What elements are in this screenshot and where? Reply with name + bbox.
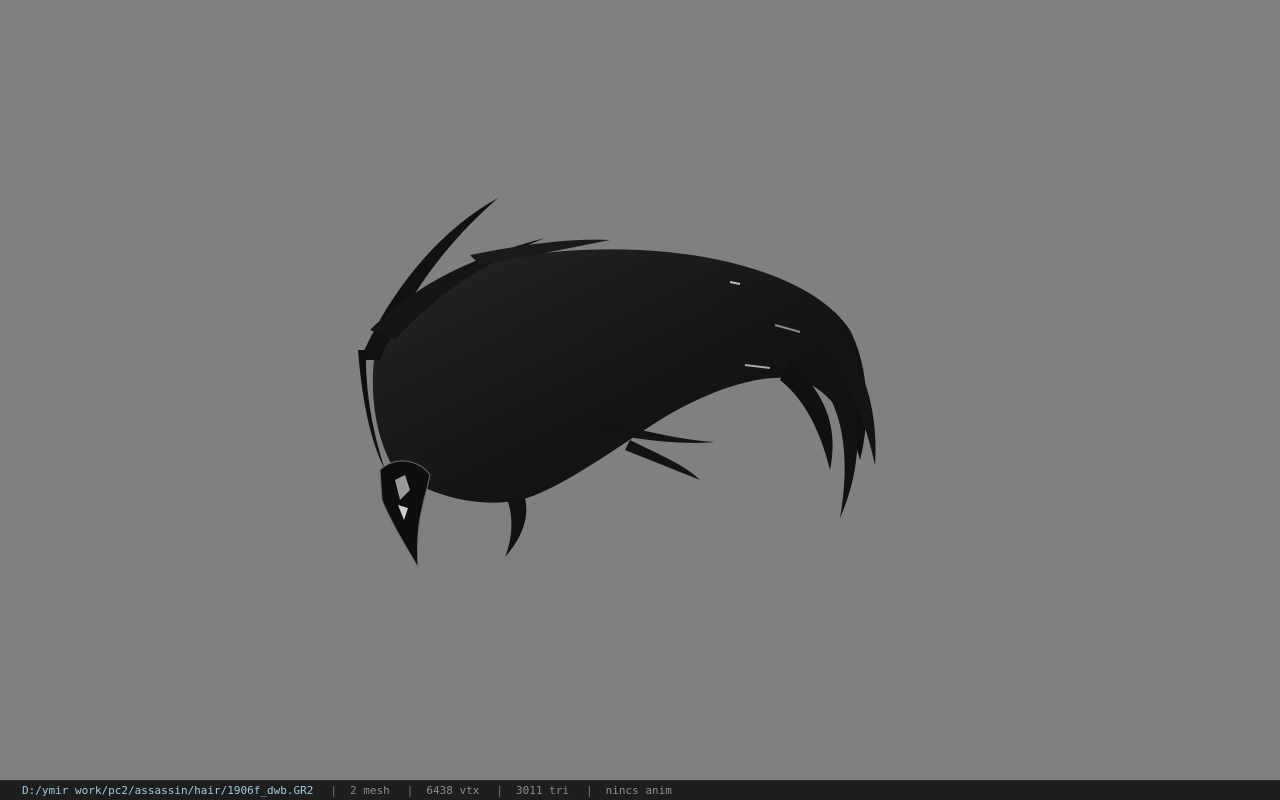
status-separator: |	[586, 784, 593, 797]
hair-model-render	[358, 198, 876, 568]
status-separator: |	[406, 784, 414, 797]
mesh-count: 2 mesh	[350, 784, 390, 797]
animation-status: nincs anim	[605, 784, 672, 797]
file-path: D:/ymir work/pc2/assassin/hair/1906f_dwb…	[22, 784, 314, 797]
triangle-count: 3011 tri	[516, 784, 569, 797]
vertex-count: 6438 vtx	[426, 784, 480, 797]
hair-strand	[625, 440, 700, 480]
status-bar: D:/ymir work/pc2/assassin/hair/1906f_dwb…	[0, 780, 1280, 800]
status-separator: |	[496, 784, 504, 797]
3d-viewport[interactable]	[0, 0, 1280, 780]
hair-strand	[505, 495, 527, 557]
status-separator: |	[330, 784, 338, 797]
